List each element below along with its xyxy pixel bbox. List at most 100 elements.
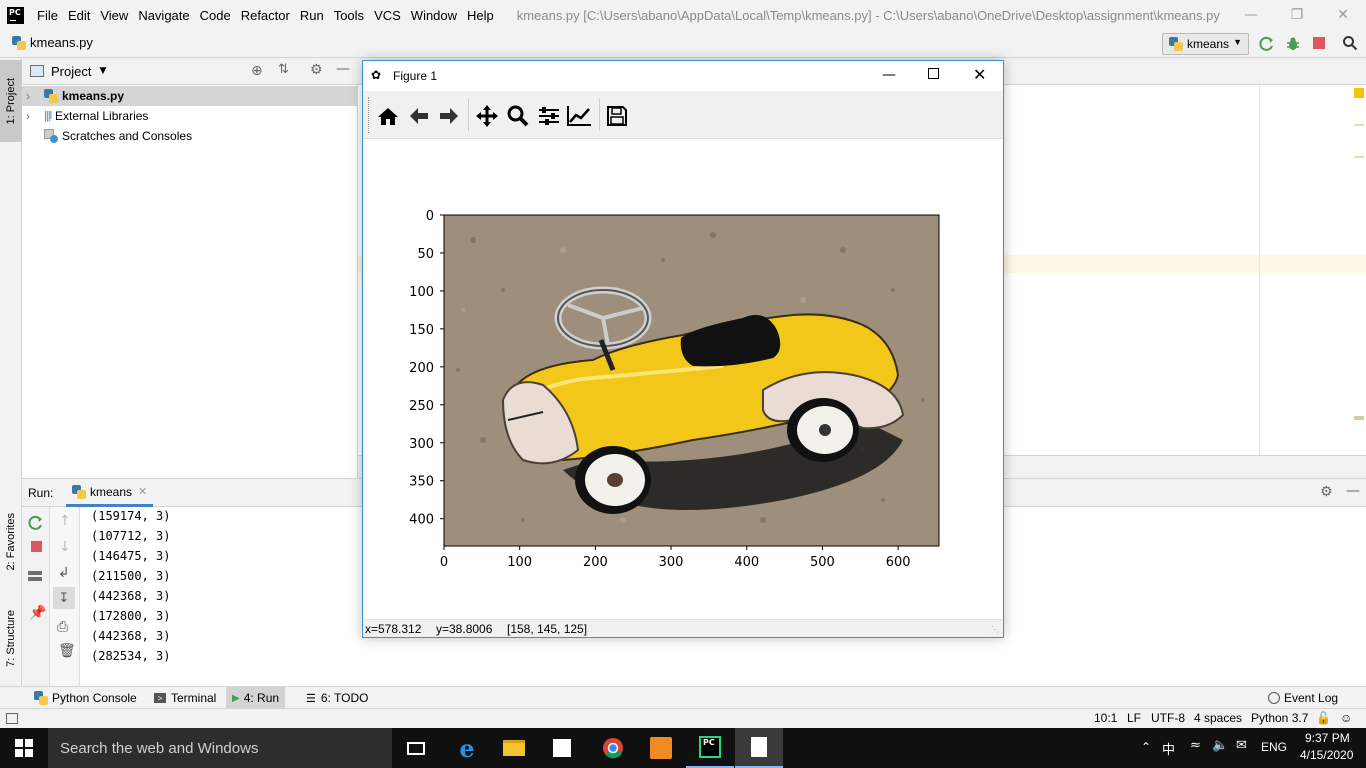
soft-wrap-icon[interactable]: ↲	[58, 565, 70, 581]
x-axis: 0 100 200 300 400 500 600	[440, 546, 911, 570]
notification-icon[interactable]: ✉	[1236, 738, 1247, 753]
wifi-icon[interactable]: ≈	[1190, 738, 1201, 753]
event-log-button[interactable]: Event Log	[1262, 687, 1344, 709]
language-indicator[interactable]: ENG	[1261, 740, 1287, 754]
stop-button[interactable]	[31, 541, 42, 552]
tab-project[interactable]: 1: Project	[0, 60, 22, 142]
event-log-icon	[1268, 692, 1280, 704]
breadcrumb-file: kmeans.py	[30, 35, 93, 50]
menu-view[interactable]: View	[95, 8, 133, 23]
figure-title-bar: ✿ Figure 1 — ✕	[363, 61, 1003, 91]
taskbar-search[interactable]: Search the web and Windows	[48, 728, 392, 768]
scroll-to-end-icon[interactable]: ↧	[53, 587, 75, 609]
run-configuration-select[interactable]: kmeans ▼	[1162, 33, 1249, 55]
menu-vcs[interactable]: VCS	[369, 8, 406, 23]
indent-setting[interactable]: 4 spaces	[1194, 711, 1242, 725]
chevron-down-icon[interactable]: ▼	[99, 66, 106, 76]
task-view-button[interactable]	[392, 728, 440, 768]
tab-favorites[interactable]: 2: Favorites	[0, 500, 22, 584]
zoom-button[interactable]	[505, 103, 531, 129]
locate-icon[interactable]: ⊕	[251, 63, 263, 79]
pan-button[interactable]	[474, 103, 500, 129]
menu-window[interactable]: Window	[406, 8, 462, 23]
menu-navigate[interactable]: Navigate	[133, 8, 194, 23]
restore-layout-icon[interactable]	[28, 571, 42, 581]
menu-help[interactable]: Help	[462, 8, 499, 23]
chevron-up-icon[interactable]: ⌃	[1141, 740, 1151, 754]
arrow-up-icon[interactable]: ↑	[59, 513, 71, 529]
figure-minimize-button[interactable]: —	[882, 67, 896, 83]
scroll-marker	[1354, 156, 1364, 158]
tree-item-scratches[interactable]: Scratches and Consoles	[22, 126, 358, 146]
hide-icon[interactable]: —	[336, 61, 350, 77]
pin-icon[interactable]: 📌	[29, 605, 46, 621]
store-icon	[553, 739, 571, 757]
resize-grip-icon[interactable]: ⋱	[991, 625, 999, 634]
collapse-all-icon[interactable]: ⇅	[278, 62, 289, 77]
close-icon[interactable]: ✕	[138, 485, 147, 498]
figure-canvas[interactable]: 0 100 200 300 400 500 600 0 50 100 150 200 250 300 35…	[363, 140, 1003, 618]
project-view-icon	[30, 65, 44, 77]
lock-icon[interactable]: 🔓	[1316, 711, 1331, 725]
minimize-button[interactable]: —	[1228, 0, 1274, 30]
input-method-icon[interactable]: 中	[1162, 739, 1175, 758]
breadcrumb[interactable]: kmeans.py	[12, 35, 93, 50]
save-button[interactable]	[604, 103, 630, 129]
clock-time[interactable]: 9:37 PM	[1305, 731, 1350, 745]
file-encoding[interactable]: UTF-8	[1151, 711, 1185, 725]
caret-position[interactable]: 10:1	[1094, 711, 1117, 725]
menu-tools[interactable]: Tools	[329, 8, 369, 23]
tree-item-kmeans[interactable]: › kmeans.py	[22, 86, 358, 106]
configure-subplots-button[interactable]	[536, 103, 562, 129]
edit-axis-icon	[567, 106, 591, 126]
edge-app[interactable]: e	[443, 728, 491, 768]
volume-icon[interactable]: 🔈	[1212, 738, 1228, 753]
menu-refactor[interactable]: Refactor	[236, 8, 295, 23]
tool-windows-toggle-icon[interactable]	[6, 713, 18, 724]
figure-maximize-button[interactable]	[928, 68, 939, 79]
trash-icon[interactable]: 🗑	[58, 643, 76, 659]
home-button[interactable]	[375, 103, 401, 129]
chrome-app[interactable]	[589, 728, 637, 768]
restore-button[interactable]: ❐	[1274, 0, 1320, 30]
gear-icon[interactable]: ⚙	[1320, 484, 1333, 500]
line-separator[interactable]: LF	[1127, 711, 1141, 725]
stop-button[interactable]	[1313, 37, 1325, 49]
figure-app[interactable]	[735, 728, 783, 768]
forward-button[interactable]	[436, 103, 462, 129]
close-window-button[interactable]: ✕	[1320, 0, 1366, 30]
menu-code[interactable]: Code	[195, 8, 236, 23]
print-icon[interactable]: ⎙	[57, 619, 68, 635]
inspection-indicator-icon[interactable]	[1354, 88, 1364, 98]
menu-file[interactable]: File	[32, 8, 63, 23]
todo-button[interactable]: ☰ 6: TODO	[300, 687, 374, 709]
run-tab-kmeans[interactable]: kmeans ✕	[66, 479, 154, 507]
file-explorer-app[interactable]	[490, 728, 538, 768]
tree-item-external-libraries[interactable]: › |||l External Libraries	[22, 106, 358, 126]
hide-icon[interactable]: —	[1346, 483, 1360, 499]
rerun-button[interactable]	[1259, 36, 1275, 52]
rerun-button[interactable]	[28, 515, 44, 534]
arrow-down-icon[interactable]: ↓	[59, 539, 71, 555]
python-console-button[interactable]: Python Console	[28, 687, 143, 709]
inspector-icon[interactable]: ☺	[1340, 711, 1352, 725]
edit-axis-button[interactable]	[566, 103, 592, 129]
menu-run[interactable]: Run	[295, 8, 329, 23]
back-button[interactable]	[406, 103, 432, 129]
tab-structure[interactable]: 7: Structure	[0, 588, 22, 688]
terminal-icon: >	[154, 693, 166, 703]
clock-date[interactable]: 4/15/2020	[1300, 748, 1353, 762]
interpreter[interactable]: Python 3.7	[1251, 711, 1308, 725]
search-everywhere-button[interactable]	[1342, 35, 1358, 51]
store-app[interactable]	[538, 728, 586, 768]
run-tool-button[interactable]: ▶ 4: Run	[226, 687, 286, 709]
figure-close-button[interactable]: ✕	[973, 65, 986, 84]
debug-button[interactable]	[1285, 36, 1301, 52]
pdf-app[interactable]	[637, 728, 685, 768]
terminal-button[interactable]: > Terminal	[148, 687, 222, 709]
gear-icon[interactable]: ⚙	[310, 62, 323, 78]
menu-edit[interactable]: Edit	[63, 8, 95, 23]
start-button[interactable]	[0, 728, 48, 768]
pycharm-app[interactable]: PC	[686, 728, 734, 768]
project-title[interactable]: Project	[51, 64, 91, 79]
